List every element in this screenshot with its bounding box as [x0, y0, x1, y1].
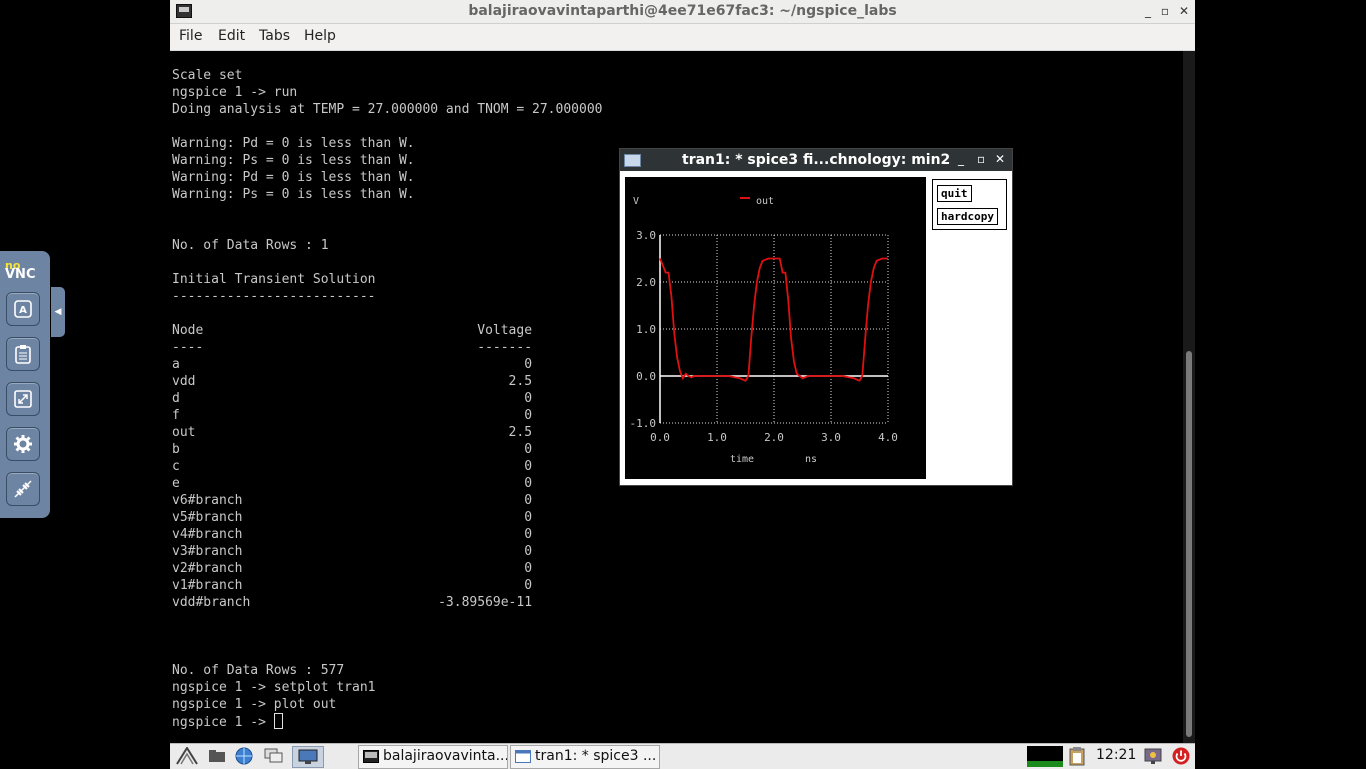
window-icon	[515, 750, 531, 763]
logout-button[interactable]	[1170, 746, 1192, 766]
settings-button[interactable]	[6, 427, 40, 461]
menu-tabs[interactable]: Tabs	[259, 28, 290, 44]
plot-titlebar[interactable]: tran1: * spice3 fi...chnology: min2 _ ▫ …	[620, 149, 1012, 171]
plot-controls: quit hardcopy	[932, 179, 1007, 230]
y-tick-label: -1.0	[630, 417, 657, 430]
menu-edit[interactable]: Edit	[218, 28, 245, 44]
keyboard-icon: A	[14, 300, 32, 318]
terminal-icon	[363, 750, 379, 763]
lxde-logo-icon	[176, 747, 198, 765]
text-cursor	[273, 713, 283, 729]
clipboard-tray-button[interactable]	[1066, 746, 1088, 766]
power-icon	[1172, 747, 1190, 765]
lock-screen-icon	[1144, 748, 1162, 764]
disconnect-icon	[14, 480, 32, 498]
plot-maximize-button[interactable]: ▫	[977, 152, 985, 166]
gear-icon	[14, 435, 32, 453]
maximize-button[interactable]: ▫	[1157, 3, 1173, 19]
legend-label: out	[756, 196, 774, 207]
clipboard-icon	[15, 345, 31, 364]
clipboard-button[interactable]	[6, 337, 40, 371]
keyboard-button[interactable]: A	[6, 292, 40, 326]
start-menu-button[interactable]	[176, 746, 198, 766]
novnc-logo: no VNC	[5, 259, 36, 282]
menu-file[interactable]: File	[179, 28, 202, 44]
novnc-panel: no VNC A	[0, 251, 50, 518]
window-icon	[624, 154, 641, 167]
plot-minimize-button[interactable]: _	[958, 152, 964, 166]
taskbar-item-label: tran1: * spice3 ...	[535, 748, 657, 764]
plot-close-button[interactable]: ✕	[995, 152, 1005, 166]
x-tick-label: 1.0	[707, 431, 727, 444]
x-tick-label: 2.0	[764, 431, 784, 444]
x-axis-unit: ns	[805, 454, 817, 465]
x-tick-label: 4.0	[878, 431, 898, 444]
plot-window: tran1: * spice3 fi...chnology: min2 _ ▫ …	[619, 148, 1013, 486]
taskbar-item-plot[interactable]: tran1: * spice3 ...	[510, 745, 660, 769]
globe-icon	[235, 747, 253, 765]
terminal-titlebar[interactable]: balajiraovavintaparthi@4ee71e67fac3: ~/n…	[170, 0, 1195, 24]
disconnect-button[interactable]	[6, 472, 40, 506]
y-tick-label: 0.0	[636, 370, 656, 383]
plot-window-title: tran1: * spice3 fi...chnology: min2	[682, 152, 951, 168]
menu-help[interactable]: Help	[304, 28, 336, 44]
desktop-button[interactable]	[292, 746, 324, 768]
window-switcher-button[interactable]	[263, 746, 285, 766]
taskbar: balajiraovavinta... tran1: * spice3 ... …	[170, 743, 1195, 769]
y-tick-label: 1.0	[636, 323, 656, 336]
y-tick-label: 3.0	[636, 229, 656, 242]
scrollbar-thumb[interactable]	[1186, 351, 1192, 737]
menu-bar: File Edit Tabs Help	[170, 24, 1195, 51]
quit-button[interactable]: quit	[937, 185, 972, 202]
browser-launcher[interactable]	[233, 746, 255, 766]
desktop-icon	[298, 749, 318, 764]
x-tick-label: 3.0	[821, 431, 841, 444]
taskbar-item-terminal[interactable]: balajiraovavinta...	[358, 745, 508, 769]
lock-screen-button[interactable]	[1142, 746, 1164, 766]
fullscreen-button[interactable]	[6, 382, 40, 416]
folder-icon	[209, 750, 225, 762]
cpu-monitor-graph	[1027, 746, 1063, 767]
window-title: balajiraovavintaparthi@4ee71e67fac3: ~/n…	[468, 3, 897, 19]
file-manager-launcher[interactable]	[206, 746, 228, 766]
clock[interactable]: 12:21	[1096, 747, 1136, 763]
y-axis-label: V	[633, 196, 639, 207]
taskbar-item-label: balajiraovavinta...	[383, 748, 508, 764]
clipboard-icon	[1069, 747, 1085, 766]
plot-canvas[interactable]: 0.0 1.0 2.0 3.0 4.0 -1.0 0.0 1.0 2.0 3.0 Vtime ns ou…	[625, 177, 926, 479]
x-tick-label: 0.0	[650, 431, 670, 444]
scrollbar[interactable]	[1183, 51, 1195, 743]
windows-icon	[264, 748, 283, 763]
x-axis-label: time	[730, 454, 754, 465]
svg-text:A: A	[19, 305, 27, 316]
fullscreen-icon	[14, 390, 32, 408]
minimize-button[interactable]: _	[1140, 3, 1156, 19]
novnc-panel-handle[interactable]: ◀	[51, 287, 65, 337]
y-tick-label: 2.0	[636, 276, 656, 289]
waveform-chart: 0.0 1.0 2.0 3.0 4.0-1.00.01.02.03.0Vtime nsou…	[630, 196, 898, 465]
hardcopy-button[interactable]: hardcopy	[937, 208, 998, 225]
close-button[interactable]: ✕	[1176, 3, 1192, 19]
